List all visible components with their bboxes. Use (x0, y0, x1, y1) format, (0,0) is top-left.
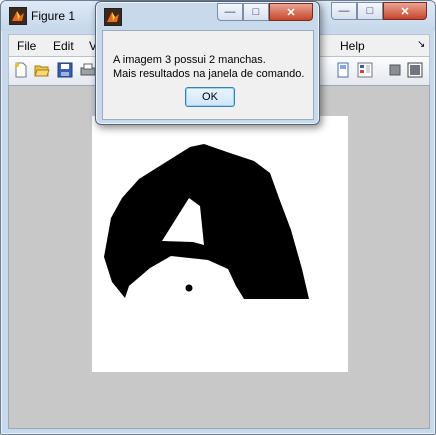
dialog-body: A imagem 3 possui 2 manchas. Mais result… (102, 30, 314, 120)
show-plot-tools-icon[interactable] (407, 62, 423, 78)
menu-help[interactable]: Help (340, 39, 365, 53)
close-icon: ✕ (286, 6, 296, 19)
dialog-maximize-button[interactable]: □ (243, 3, 269, 21)
hide-plot-tools-icon[interactable] (387, 62, 403, 78)
menu-edit[interactable]: Edit (53, 39, 74, 53)
binary-image (104, 144, 309, 299)
menu-file[interactable]: File (17, 39, 36, 53)
close-icon: ✕ (400, 5, 410, 18)
figure-canvas (8, 85, 430, 429)
matlab-icon (9, 7, 27, 25)
minimize-button[interactable]: — (331, 2, 357, 20)
maximize-icon: □ (366, 5, 374, 17)
minimize-icon: — (224, 6, 236, 18)
new-figure-icon[interactable] (13, 62, 29, 78)
dialog-message-line2: Mais resultados na janela de comando. (113, 68, 305, 80)
image-axes (92, 116, 348, 372)
minimize-icon: — (338, 5, 350, 17)
letter-a-blob (104, 144, 309, 299)
dialog-message-line1: A imagem 3 possui 2 manchas. (113, 54, 266, 66)
figure-title: Figure 1 (31, 9, 76, 23)
dialog-titlebar[interactable]: — □ ✕ (96, 2, 319, 30)
maximize-icon: □ (252, 6, 260, 18)
colorbar-icon[interactable] (357, 62, 373, 78)
ok-button[interactable]: OK (185, 87, 235, 107)
small-spot (185, 284, 193, 292)
save-icon[interactable] (57, 62, 73, 78)
open-file-icon[interactable] (34, 62, 50, 78)
close-button[interactable]: ✕ (383, 2, 427, 20)
message-dialog: — □ ✕ A imagem 3 possui 2 manchas. Mais … (95, 1, 320, 125)
dialog-minimize-button[interactable]: — (217, 3, 243, 21)
maximize-button[interactable]: □ (357, 2, 383, 20)
data-cursor-icon[interactable] (335, 62, 351, 78)
menu-overflow-icon[interactable]: ↘ (417, 39, 425, 50)
dialog-close-button[interactable]: ✕ (269, 3, 313, 21)
print-icon[interactable] (80, 62, 96, 78)
dialog-message: A imagem 3 possui 2 manchas. Mais result… (113, 53, 304, 81)
matlab-icon (104, 8, 122, 26)
